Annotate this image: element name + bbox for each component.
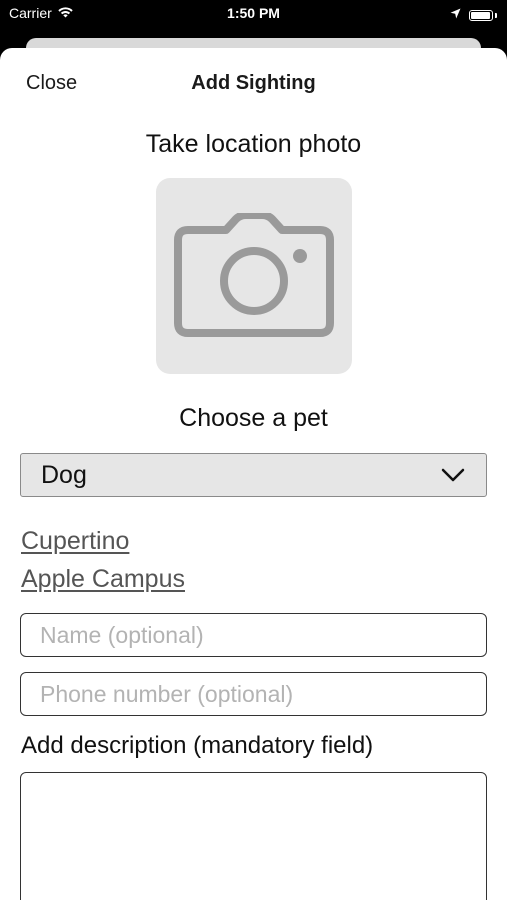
add-sighting-sheet: Close Add Sighting Take location photo C… [0, 48, 507, 900]
camera-icon [174, 213, 334, 337]
screen: Carrier 1:50 PM Close Add Sighting Take … [0, 0, 507, 900]
name-field[interactable] [20, 613, 487, 657]
chevron-down-icon [441, 468, 465, 482]
pet-section-title: Choose a pet [179, 404, 328, 432]
status-time: 1:50 PM [227, 5, 280, 21]
location-arrow-icon [450, 6, 461, 24]
pet-select[interactable]: Dog [20, 453, 487, 497]
description-textarea[interactable] [20, 772, 487, 900]
battery-fill [471, 11, 490, 19]
phone-field[interactable] [20, 672, 487, 716]
battery-icon [469, 9, 493, 21]
nav-bar: Close Add Sighting [0, 48, 507, 120]
pet-select-value: Dog [41, 461, 87, 489]
photo-section-title: Take location photo [145, 130, 362, 158]
description-label: Add description (mandatory field) [21, 732, 374, 759]
page-title: Add Sighting [191, 72, 316, 94]
location-city-link[interactable]: Cupertino [21, 527, 129, 556]
status-bar: Carrier 1:50 PM [0, 0, 507, 30]
location-place-link[interactable]: Apple Campus [21, 565, 185, 594]
status-right-group [450, 6, 497, 24]
battery-tip [495, 12, 497, 18]
take-photo-button[interactable] [156, 178, 352, 374]
